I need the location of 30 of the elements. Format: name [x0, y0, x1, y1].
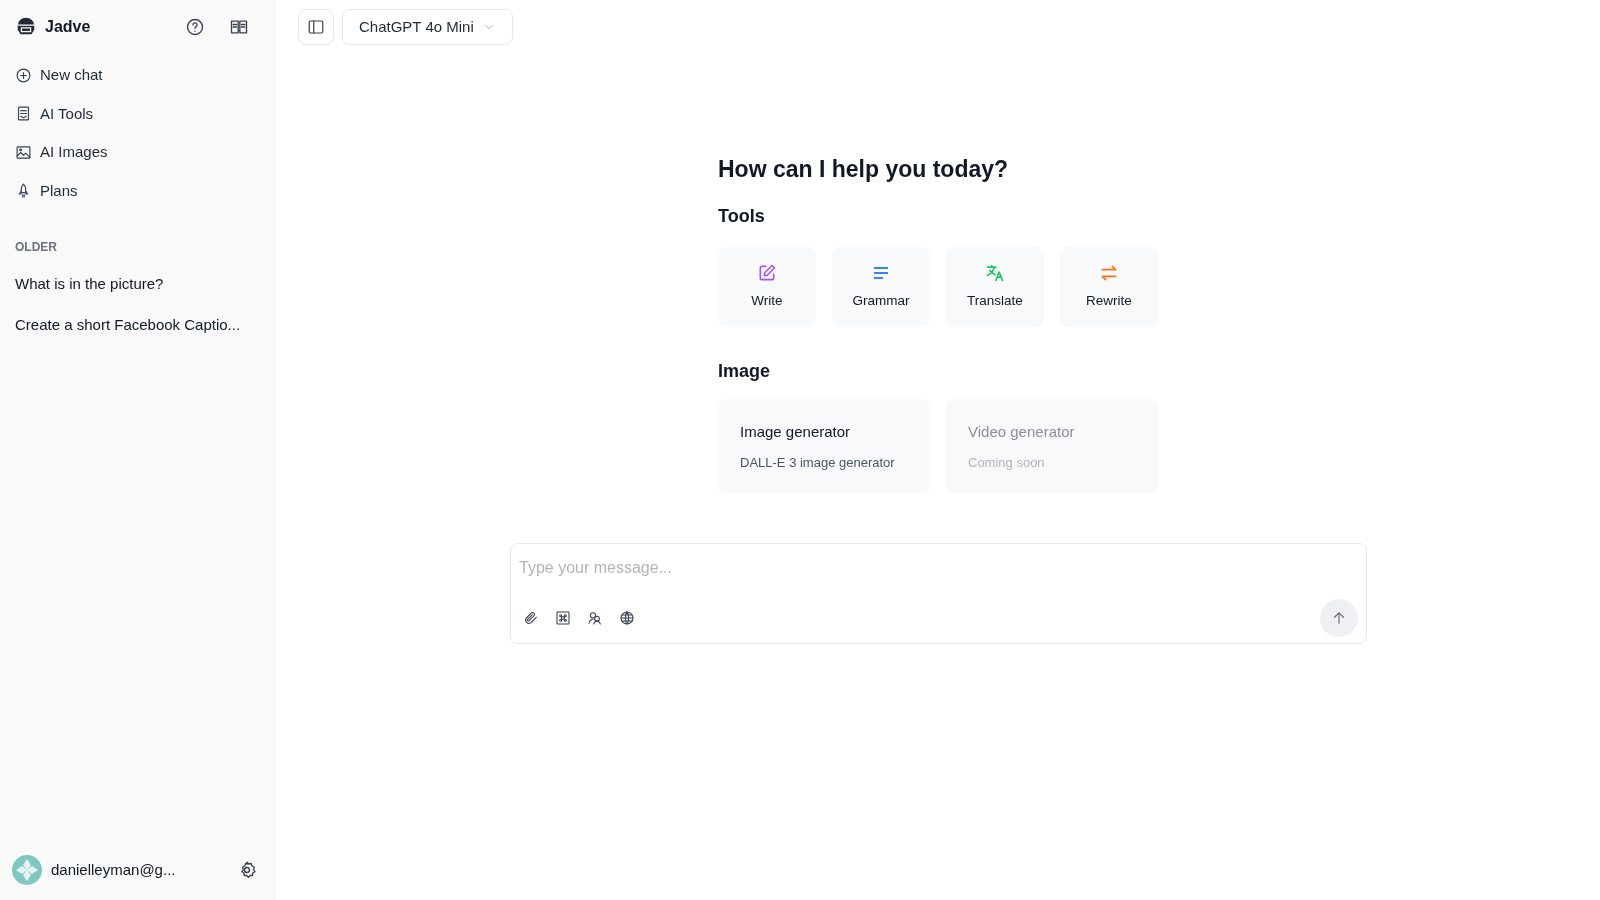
tool-card[interactable]: Translate [946, 247, 1044, 328]
tool-card[interactable]: Write [718, 247, 816, 328]
model-dropdown[interactable]: ChatGPT 4o Mini [342, 9, 513, 45]
section-title: Tools [718, 205, 766, 228]
document-icon [15, 105, 32, 123]
paperclip-icon [523, 609, 539, 626]
brand-name: Jadve [45, 17, 91, 37]
sidebar-nav-item[interactable]: AI Images [11, 133, 261, 172]
avatar-icon [11, 854, 43, 886]
sidebar-toggle-button[interactable] [298, 9, 334, 45]
section-title: Image [718, 361, 772, 383]
sidebar-nav-item[interactable]: AI Tools [11, 94, 261, 133]
page-heading: How can I help you today? [718, 156, 1010, 184]
sidebar-nav-item[interactable]: New chat [11, 56, 261, 95]
plus-circle-icon [15, 66, 32, 84]
help-icon [185, 17, 205, 37]
command-key-icon [555, 609, 571, 626]
sidebar-panel-icon [307, 17, 325, 37]
tool-card[interactable]: Grammar [832, 247, 930, 328]
generator-card[interactable]: Image generator DALL-E 3 image generator [718, 398, 930, 493]
image-icon [15, 143, 32, 161]
user-email: danielleyman@g... [51, 859, 176, 880]
message-composer[interactable]: Type your message... [510, 542, 1367, 644]
people-icon [587, 609, 603, 626]
tool-card[interactable]: Rewrite [1060, 247, 1158, 328]
section-label: OLDER [14, 239, 58, 256]
chat-history-item[interactable]: What is in the picture? [11, 264, 261, 305]
chat-history-item[interactable]: Create a short Facebook Captio... [11, 304, 261, 345]
sidebar-nav-item[interactable]: Plans [11, 171, 261, 210]
globe-icon [619, 609, 635, 626]
